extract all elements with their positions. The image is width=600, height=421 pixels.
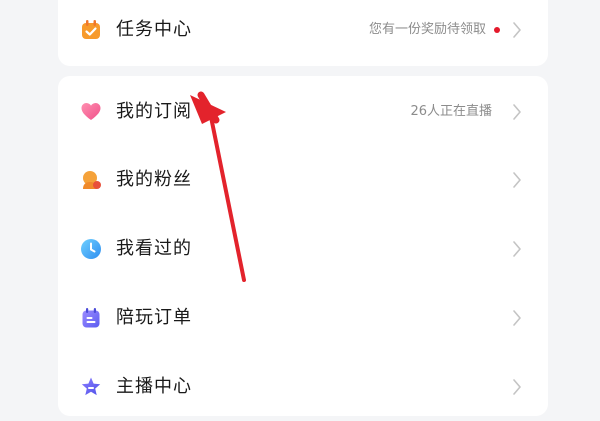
menu-item-label: 我的粉丝 [116,169,192,190]
fan-icon [80,169,102,191]
menu-item-label: 陪玩订单 [116,307,192,328]
clock-icon [80,238,102,260]
menu-item-label: 我看过的 [116,238,192,259]
live-count-text: 26人正在直播 [410,104,492,119]
menu-item-subscriptions[interactable]: 我的订阅 26人正在直播 [58,78,548,146]
chevron-right-icon [513,241,521,257]
menu-item-companion-orders[interactable]: 陪玩订单 [58,284,548,352]
task-center-card: 任务中心 您有一份奖励待领取 [58,0,548,66]
task-center-label: 任务中心 [116,19,192,40]
menu-item-label: 我的订阅 [116,101,192,122]
menu-item-history[interactable]: 我看过的 [58,215,548,283]
chevron-right-icon [513,104,521,120]
chevron-right-icon [513,310,521,326]
task-center-row[interactable]: 任务中心 您有一份奖励待领取 [58,0,548,64]
menu-item-label: 主播中心 [116,376,192,397]
menu-card: 我的订阅 26人正在直播 我的粉丝 我看过的 陪玩订单 主播中心 [58,76,548,416]
menu-item-fans[interactable]: 我的粉丝 [58,146,548,214]
star-icon [80,376,102,398]
heart-icon [80,101,102,123]
calendar-check-icon [80,19,102,41]
chevron-right-icon [513,172,521,188]
order-icon [80,307,102,329]
chevron-right-icon [513,379,521,395]
reward-pending-text: 您有一份奖励待领取 [368,22,486,37]
chevron-right-icon [513,22,521,38]
notification-dot [494,27,500,33]
menu-item-streamer-center[interactable]: 主播中心 [58,353,548,421]
